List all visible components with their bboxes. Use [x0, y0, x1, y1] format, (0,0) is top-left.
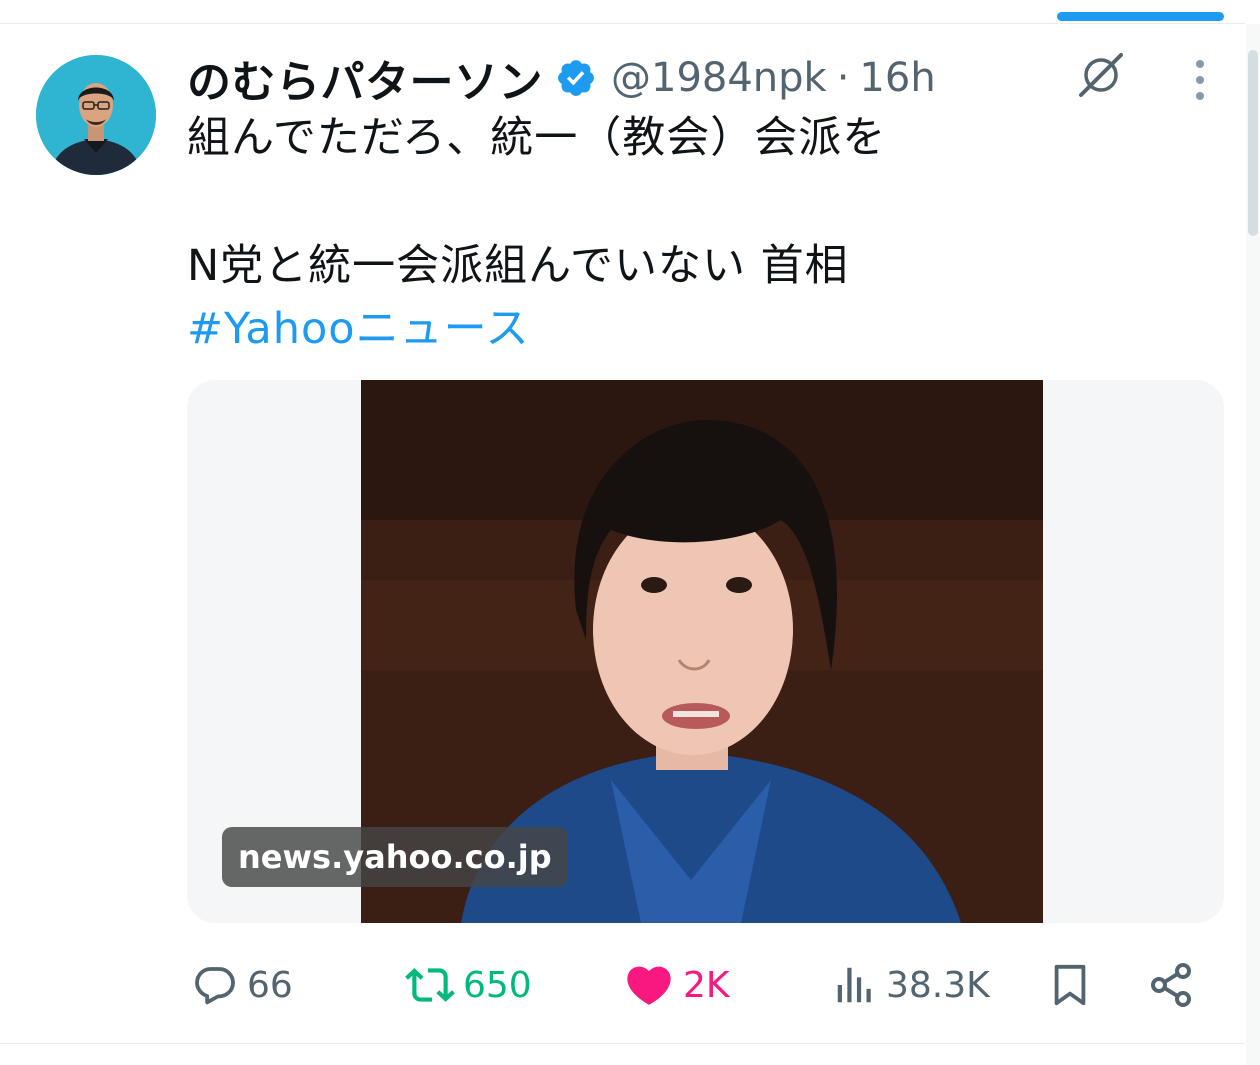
- repost-count: 650: [463, 964, 532, 1006]
- share-button[interactable]: [1147, 955, 1195, 1015]
- bottom-divider: [0, 1043, 1245, 1044]
- top-scroll-indicator: [1057, 12, 1224, 21]
- hashtag-link[interactable]: #Yahooニュース: [187, 301, 529, 357]
- header-separator: ·: [836, 55, 850, 101]
- more-options-button[interactable]: [1180, 55, 1220, 105]
- scrollbar-track[interactable]: [1246, 24, 1260, 1065]
- views-count: 38.3K: [886, 964, 990, 1006]
- scrollbar-thumb[interactable]: [1248, 50, 1258, 236]
- views-bar-chart-icon: [837, 967, 871, 1003]
- reply-count: 66: [247, 964, 293, 1006]
- timestamp[interactable]: 16h: [859, 55, 935, 101]
- link-card[interactable]: news.yahoo.co.jp: [187, 380, 1224, 923]
- repost-icon: [405, 968, 455, 1002]
- reply-button[interactable]: 66: [191, 955, 293, 1015]
- tweet-text-line-1: 組んでただろ、統一（教会）会派を: [187, 113, 887, 163]
- grok-button[interactable]: [1074, 48, 1128, 102]
- verified-badge-icon: [555, 57, 597, 99]
- like-button[interactable]: 2K: [623, 955, 730, 1015]
- display-name[interactable]: のむらパターソン: [187, 46, 543, 110]
- views-button[interactable]: 38.3K: [832, 955, 990, 1015]
- avatar[interactable]: [36, 55, 156, 175]
- grok-icon: [1079, 53, 1123, 97]
- avatar-person-image: [36, 55, 156, 175]
- heart-icon: [627, 966, 671, 1005]
- tweet-actions-bar: 66 650 2K 38.3K: [187, 955, 1224, 1015]
- top-divider: [0, 23, 1245, 24]
- card-domain-text: news.yahoo.co.jp: [238, 838, 552, 876]
- bookmark-button[interactable]: [1047, 955, 1093, 1015]
- like-count: 2K: [683, 964, 730, 1006]
- share-icon: [1151, 963, 1191, 1007]
- more-options-icon: [1196, 60, 1204, 100]
- user-handle[interactable]: @1984npk: [611, 55, 827, 101]
- card-domain-badge: news.yahoo.co.jp: [222, 827, 568, 887]
- reply-icon: [195, 967, 235, 1005]
- tweet-text-line-2: N党と統一会派組んでいない 首相: [187, 241, 849, 291]
- repost-button[interactable]: 650: [405, 955, 532, 1015]
- bookmark-icon: [1054, 964, 1086, 1006]
- tweet-header: のむらパターソン @1984npk · 16h: [187, 50, 936, 108]
